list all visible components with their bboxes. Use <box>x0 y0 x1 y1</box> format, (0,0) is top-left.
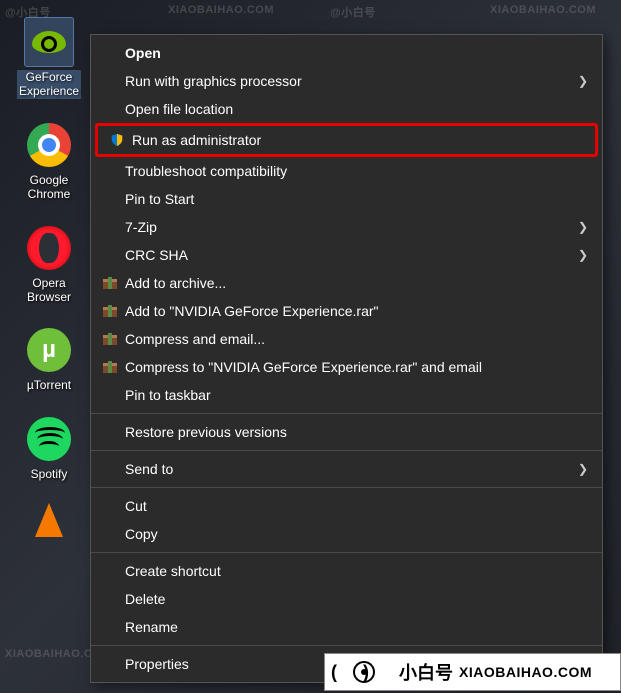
menu-open[interactable]: Open <box>91 39 602 67</box>
highlight-run-admin: Run as administrator <box>95 123 598 157</box>
menu-7zip[interactable]: 7-Zip❯ <box>91 213 602 241</box>
desktop-icon-geforce[interactable]: GeForce Experience <box>8 18 90 99</box>
menu-send-to[interactable]: Send to❯ <box>91 455 602 483</box>
desktop-icon-spotify[interactable]: Spotify <box>8 415 90 481</box>
menu-rename[interactable]: Rename <box>91 613 602 641</box>
desktop-icon-label: Opera Browser <box>27 276 71 305</box>
desktop-icons: GeForce Experience Google Chrome Opera B… <box>8 18 90 549</box>
chrome-icon <box>25 121 73 169</box>
winrar-icon <box>99 358 121 376</box>
desktop-icon-vlc[interactable] <box>8 497 90 549</box>
menu-pin-start[interactable]: Pin to Start <box>91 185 602 213</box>
nvidia-icon <box>25 18 73 66</box>
utorrent-icon: µ <box>25 326 73 374</box>
menu-separator <box>91 552 602 553</box>
desktop-icon-label: Spotify <box>31 467 68 481</box>
winrar-icon <box>99 302 121 320</box>
winrar-icon <box>99 274 121 292</box>
winrar-icon <box>99 330 121 348</box>
chevron-right-icon: ❯ <box>574 248 588 262</box>
context-menu: Open Run with graphics processor❯ Open f… <box>90 34 603 683</box>
menu-separator <box>91 450 602 451</box>
menu-pin-taskbar[interactable]: Pin to taskbar <box>91 381 602 409</box>
chevron-right-icon: ❯ <box>574 462 588 476</box>
menu-restore-versions[interactable]: Restore previous versions <box>91 418 602 446</box>
menu-troubleshoot[interactable]: Troubleshoot compatibility <box>91 157 602 185</box>
shield-icon <box>106 131 128 149</box>
footer-en: XIAOBAIHAO.COM <box>459 664 592 680</box>
footer-cn: 小白号 <box>399 659 453 685</box>
desktop-icon-label: µTorrent <box>27 378 71 392</box>
opera-icon <box>25 224 73 272</box>
spotify-icon <box>25 415 73 463</box>
menu-add-archive[interactable]: Add to archive... <box>91 269 602 297</box>
vlc-icon <box>25 497 73 545</box>
desktop-icon-label: Google Chrome <box>28 173 71 202</box>
menu-open-location[interactable]: Open file location <box>91 95 602 123</box>
desktop-icon-opera[interactable]: Opera Browser <box>8 224 90 305</box>
menu-separator <box>91 413 602 414</box>
desktop-icon-label: GeForce Experience <box>17 70 81 99</box>
chevron-right-icon: ❯ <box>574 220 588 234</box>
menu-delete[interactable]: Delete <box>91 585 602 613</box>
menu-run-graphics[interactable]: Run with graphics processor❯ <box>91 67 602 95</box>
menu-cut[interactable]: Cut <box>91 492 602 520</box>
menu-compress-rar-email[interactable]: Compress to "NVIDIA GeForce Experience.r… <box>91 353 602 381</box>
footer-watermark-banner: ( ) 小白号 XIAOBAIHAO.COM <box>324 653 621 691</box>
desktop-icon-chrome[interactable]: Google Chrome <box>8 121 90 202</box>
menu-copy[interactable]: Copy <box>91 520 602 548</box>
watermark: @小白号 <box>330 4 376 20</box>
watermark: XIAOBAIHAO.COM <box>168 4 274 16</box>
menu-create-shortcut[interactable]: Create shortcut <box>91 557 602 585</box>
chevron-right-icon: ❯ <box>574 74 588 88</box>
menu-add-to-rar[interactable]: Add to "NVIDIA GeForce Experience.rar" <box>91 297 602 325</box>
menu-separator <box>91 487 602 488</box>
desktop-icon-utorrent[interactable]: µ µTorrent <box>8 326 90 392</box>
menu-crc-sha[interactable]: CRC SHA❯ <box>91 241 602 269</box>
menu-run-admin[interactable]: Run as administrator <box>98 126 595 154</box>
menu-compress-email[interactable]: Compress and email... <box>91 325 602 353</box>
watermark: XIAOBAIHAO.COM <box>490 4 596 16</box>
menu-separator <box>91 645 602 646</box>
